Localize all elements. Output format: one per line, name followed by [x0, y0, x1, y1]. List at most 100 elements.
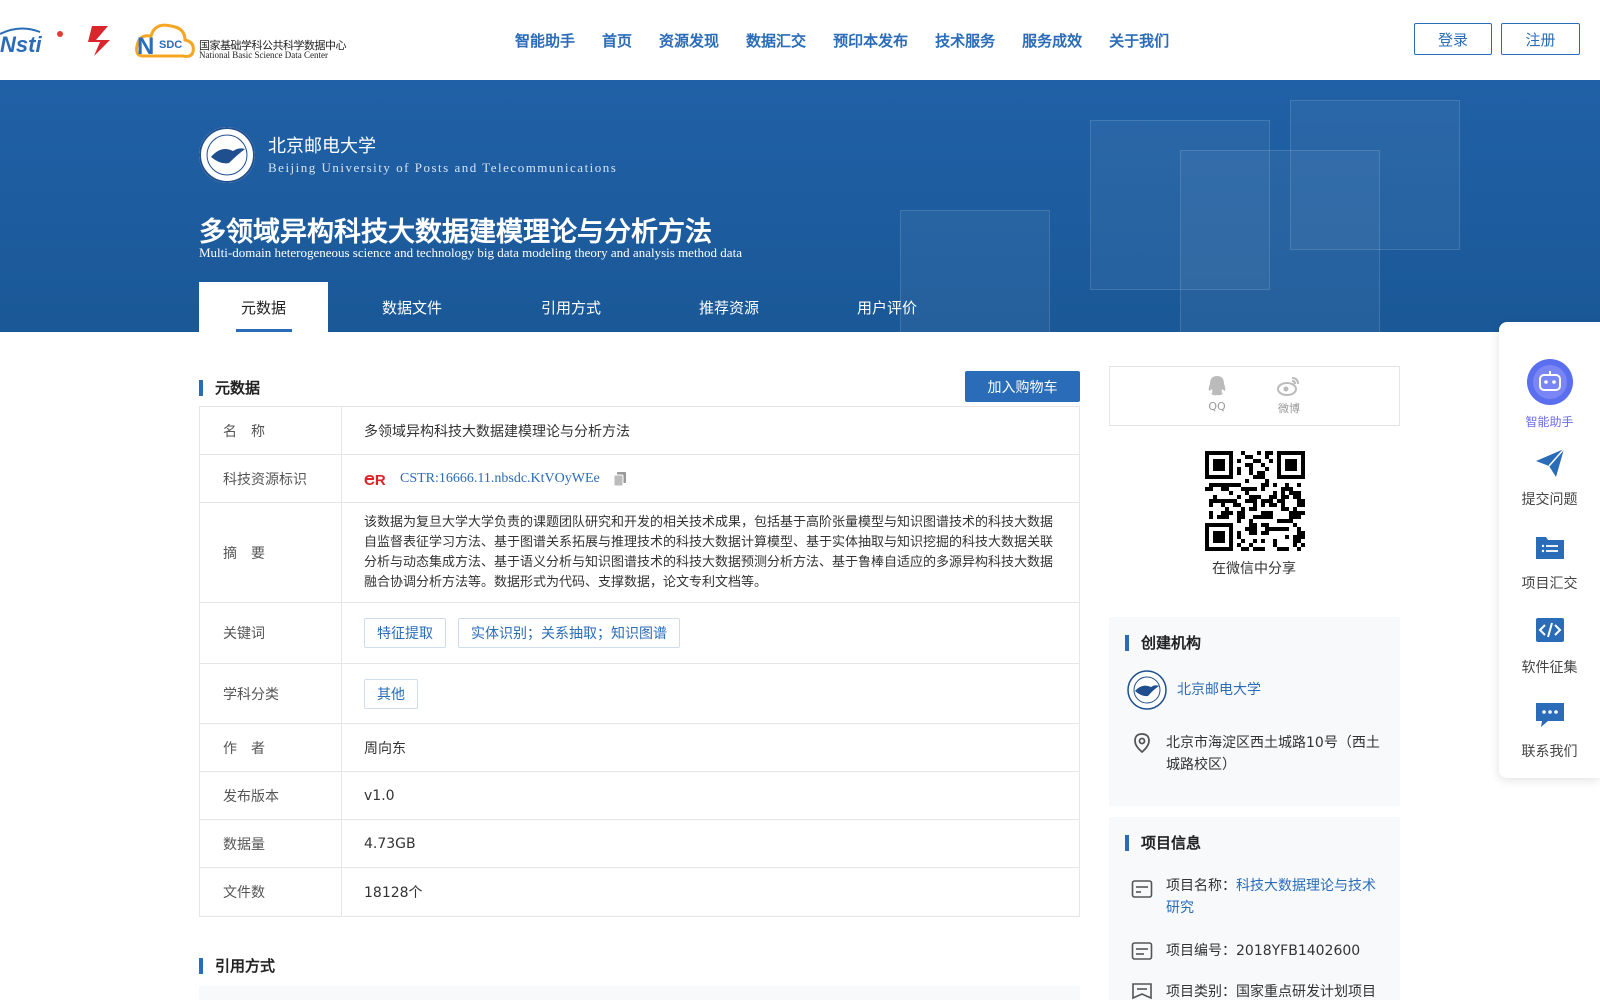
nav-submit-data[interactable]: 数据汇交: [746, 30, 806, 51]
float-submit-question[interactable]: 提交问题: [1499, 447, 1600, 509]
banner-decoration: [1290, 100, 1460, 250]
row-label: 摘 要: [200, 503, 342, 602]
creator-heading: 创建机构: [1125, 632, 1201, 653]
project-code-label: 项目编号：: [1166, 943, 1236, 959]
creator-name-link[interactable]: 北京邮电大学: [1177, 679, 1261, 701]
float-software-collection[interactable]: 软件征集: [1499, 615, 1600, 677]
share-qq[interactable]: QQ: [1197, 375, 1237, 413]
citation-heading: 引用方式: [199, 955, 275, 976]
project-type-value: 国家重点研发计划项目: [1236, 984, 1376, 1000]
row-label: 学科分类: [200, 664, 342, 723]
float-project-submission[interactable]: 项目汇交: [1499, 531, 1600, 593]
add-to-cart-button[interactable]: 加入购物车: [965, 371, 1080, 402]
assistant-label: 智能助手: [1525, 415, 1574, 429]
row-label: 作 者: [200, 724, 342, 771]
metadata-heading: 元数据: [199, 377, 260, 398]
paper-plane-icon: [1535, 448, 1565, 477]
project-card-icon: [1131, 880, 1153, 898]
wechat-qr-code: [1205, 451, 1305, 551]
row-label: 科技资源标识: [200, 455, 342, 502]
nav-tech-service[interactable]: 技术服务: [935, 30, 995, 51]
citation-box: [199, 986, 1080, 1000]
nsdc-cloud-icon: N SDC: [135, 23, 195, 60]
nav-home[interactable]: 首页: [602, 30, 632, 51]
main-nav: 智能助手 首页 资源发现 数据汇交 预印本发布 技术服务 服务成效 关于我们: [515, 30, 1196, 51]
project-code-value: 2018YFB1402600: [1236, 943, 1361, 959]
robot-assistant-icon: [1526, 359, 1573, 405]
table-row: 作 者 周向东: [200, 724, 1079, 772]
dataset-banner: 北京邮电大学 Beijing University of Posts and T…: [0, 80, 1600, 332]
table-row: 摘 要 该数据为复旦大学大学负责的课题团队研究和开发的相关技术成果，包括基于高阶…: [200, 503, 1079, 603]
table-row: 文件数 18128个: [200, 868, 1079, 916]
row-label: 文件数: [200, 868, 342, 916]
contact-label: 联系我们: [1521, 744, 1578, 760]
subject-cell: 其他: [342, 664, 1079, 723]
nav-about[interactable]: 关于我们: [1109, 30, 1169, 51]
nav-preprint[interactable]: 预印本发布: [833, 30, 908, 51]
dataset-title: 多领域异构科技大数据建模理论与分析方法: [199, 217, 712, 248]
share-box: QQ 微博: [1109, 366, 1400, 426]
svg-text:SDC: SDC: [159, 39, 182, 51]
keyword-tag[interactable]: 特征提取: [364, 618, 446, 648]
row-value: 周向东: [364, 740, 406, 757]
code-icon: [1535, 618, 1564, 642]
nsdc-logo[interactable]: N SDC 国家基础学科公共科学数据中心 National Basic Scie…: [135, 20, 347, 60]
dataset-tabs: 元数据 数据文件 引用方式 推荐资源 用户评价: [199, 282, 962, 332]
cstr-cell: CR CSTR:16666.11.nbsdc.KtVOyWEe: [342, 455, 1079, 502]
metadata-table: 名 称 多领域异构科技大数据建模理论与分析方法 科技资源标识 CR CSTR:1…: [199, 406, 1080, 917]
row-value: 18128个: [364, 885, 423, 901]
login-button[interactable]: 登录: [1414, 23, 1492, 55]
table-row: 发布版本 v1.0: [200, 772, 1079, 820]
floating-toolbar: 智能助手 提交问题 项目汇交 软件征集 联系我们: [1499, 322, 1600, 778]
float-assistant[interactable]: 智能助手: [1499, 358, 1600, 430]
weibo-icon: [1277, 377, 1299, 396]
tab-data-files[interactable]: 数据文件: [328, 282, 496, 332]
keyword-tag[interactable]: 实体识别；关系抽取；知识图谱: [458, 618, 680, 648]
svg-text:N: N: [137, 33, 154, 60]
nav-assistant[interactable]: 智能助手: [515, 30, 575, 51]
creator-address: 北京市海淀区西土城路10号（西土城路校区）: [1166, 735, 1380, 773]
project-name: 项目名称：科技大数据理论与技术研究: [1166, 875, 1386, 919]
tab-citation[interactable]: 引用方式: [496, 282, 646, 332]
cstr-icon: CR: [364, 472, 386, 487]
keywords-cell: 特征提取 实体识别；关系抽取；知识图谱: [342, 603, 1079, 663]
institution-name[interactable]: 北京邮电大学: [268, 132, 376, 158]
subject-tag[interactable]: 其他: [364, 678, 418, 709]
folder-list-icon: [1535, 537, 1564, 559]
creator-panel: 创建机构 北京邮电大学 北京市海淀区西土城路10号（西土城路校区）: [1109, 617, 1400, 806]
row-label: 关键词: [200, 603, 342, 663]
tab-user-reviews[interactable]: 用户评价: [812, 282, 962, 332]
nsti-logo[interactable]: Nsti: [0, 26, 66, 56]
row-value: v1.0: [364, 787, 395, 804]
qq-icon: [1208, 376, 1226, 396]
bupt-logo: [199, 127, 255, 183]
project-code-icon: [1131, 942, 1153, 960]
submit-label: 提交问题: [1521, 492, 1578, 508]
row-label: 发布版本: [200, 772, 342, 819]
table-row: 科技资源标识 CR CSTR:16666.11.nbsdc.KtVOyWEe: [200, 455, 1079, 503]
nav-discover[interactable]: 资源发现: [659, 30, 719, 51]
creator-logo: [1127, 670, 1167, 710]
float-contact-us[interactable]: 联系我们: [1499, 699, 1600, 761]
copy-icon[interactable]: [612, 471, 628, 487]
row-label: 数据量: [200, 820, 342, 867]
project-type-label: 项目类别：: [1166, 984, 1236, 1000]
cas-logo[interactable]: [82, 22, 120, 58]
tab-metadata[interactable]: 元数据: [199, 282, 328, 332]
tab-recommended[interactable]: 推荐资源: [646, 282, 812, 332]
nav-results[interactable]: 服务成效: [1022, 30, 1082, 51]
location-icon: [1134, 733, 1150, 754]
row-label: 名 称: [200, 407, 342, 454]
row-value: 多领域异构科技大数据建模理论与分析方法: [364, 423, 630, 440]
chat-bubble-icon: [1535, 703, 1564, 727]
share-weibo[interactable]: 微博: [1269, 375, 1309, 416]
table-row: 学科分类 其他: [200, 664, 1079, 724]
institution-english-name: Beijing University of Posts and Telecomm…: [268, 160, 618, 175]
svg-text:Nsti: Nsti: [0, 32, 42, 56]
register-button[interactable]: 注册: [1501, 23, 1580, 55]
project-panel: 项目信息 项目名称：科技大数据理论与技术研究 项目编号：2018YFB14026…: [1109, 817, 1400, 1000]
project-heading: 项目信息: [1125, 832, 1201, 853]
cstr-link[interactable]: CSTR:16666.11.nbsdc.KtVOyWEe: [400, 471, 600, 487]
wechat-share-caption: 在微信中分享: [1212, 561, 1296, 577]
abstract-text: 该数据为复旦大学大学负责的课题团队研究和开发的相关技术成果，包括基于高阶张量模型…: [364, 514, 1054, 590]
